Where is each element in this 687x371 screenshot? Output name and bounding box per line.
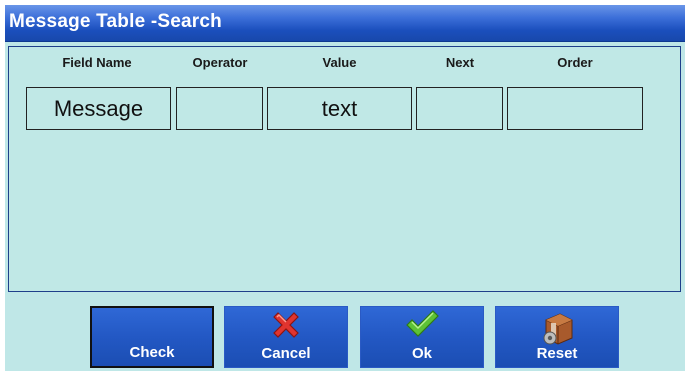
search-dialog: Message Table -Search Field Name Operato… (5, 5, 685, 371)
ok-button-label: Ok (411, 345, 432, 362)
order-cell[interactable] (507, 87, 643, 130)
reset-button[interactable]: Reset (495, 306, 619, 368)
column-header-order: Order (557, 55, 593, 70)
next-cell[interactable] (416, 87, 503, 130)
cancel-button[interactable]: Cancel (224, 306, 348, 368)
green-checkmark-icon (404, 308, 440, 344)
search-criteria-panel: Field Name Operator Value Next Order Mes… (8, 46, 681, 292)
operator-cell[interactable] (176, 87, 263, 130)
button-bar: Check Cancel Ok Reset (5, 298, 685, 371)
ok-button[interactable]: Ok (360, 306, 484, 368)
column-header-next: Next (445, 55, 475, 70)
cancel-button-label: Cancel (261, 345, 311, 362)
check-button-label: Check (129, 344, 175, 361)
column-header-operator: Operator (192, 55, 248, 70)
value-cell[interactable]: text (267, 87, 412, 130)
check-button[interactable]: Check (90, 306, 214, 368)
red-x-icon (269, 308, 303, 346)
title-bar: Message Table -Search (5, 5, 685, 42)
field-name-cell[interactable]: Message (26, 87, 171, 130)
reset-button-label: Reset (536, 345, 578, 362)
window-title: Message Table -Search (9, 11, 222, 32)
column-header-field-name: Field Name (62, 55, 132, 70)
column-header-value: Value (322, 55, 357, 70)
